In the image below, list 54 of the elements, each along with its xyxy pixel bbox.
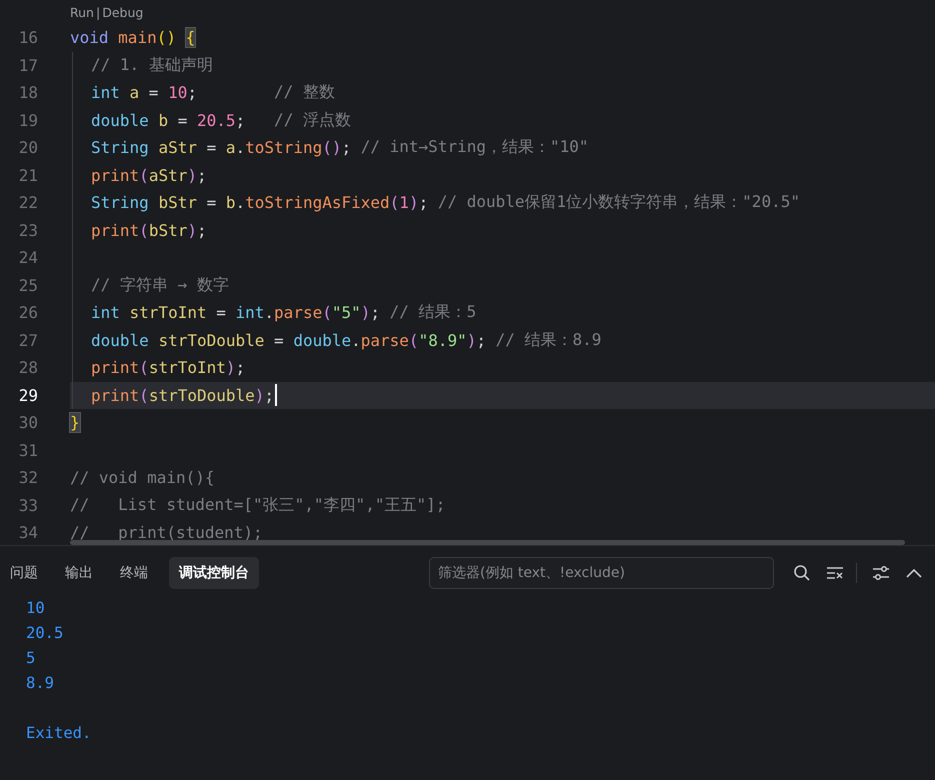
code-line: double strToDouble = double.parse("8.9"); // 结果：8.9 — [91, 328, 602, 352]
horizontal-scrollbar[interactable] — [70, 540, 905, 545]
line-number: 33 — [18, 496, 38, 515]
line-number: 17 — [18, 56, 38, 75]
line-number: 28 — [18, 358, 38, 378]
code-line: String aStr = a.toString(); // int→String，结果："10" — [91, 136, 589, 160]
separator: | — [96, 4, 100, 20]
text-cursor — [275, 384, 278, 406]
line-number: 31 — [18, 440, 38, 460]
codelens-link[interactable]: Debug — [102, 4, 144, 20]
filter-field[interactable]: 筛选器(例如 text、!exclude) — [429, 557, 774, 589]
line-number: 34 — [18, 523, 38, 542]
code-line: // 1. 基础声明 — [91, 54, 213, 76]
line-number: 19 — [18, 110, 38, 130]
output-line: 5 — [26, 648, 36, 669]
code-line: // void main(){ — [70, 467, 214, 490]
search-icon[interactable] — [793, 564, 811, 582]
line-number: 18 — [18, 83, 38, 102]
line-number: 21 — [18, 166, 38, 185]
code-line: print(aStr); — [91, 164, 207, 187]
code-line: print(bStr); — [91, 220, 207, 242]
code-line: print(strToInt); — [91, 357, 246, 380]
output-line: 10 — [26, 598, 46, 619]
code-line: // 字符串 → 数字 — [91, 274, 229, 296]
exit-message: Exited. — [26, 723, 92, 744]
code-line: int a = 10; // 整数 — [91, 81, 335, 104]
panel-tab[interactable]: 问题 — [4, 557, 44, 589]
output-line: 8.9 — [26, 673, 55, 694]
codelens-link[interactable]: Run — [70, 4, 94, 20]
line-number: 23 — [18, 220, 38, 240]
clear-list-icon[interactable] — [826, 566, 844, 580]
line-number: 32 — [18, 468, 38, 488]
chevron-up-icon[interactable] — [906, 568, 922, 578]
panel-tab[interactable]: 调试控制台 — [169, 557, 259, 589]
line-number: 29 — [18, 386, 38, 405]
panel-tab[interactable]: 终端 — [114, 557, 154, 589]
code-line: int strToInt = int.parse("5"); // 结果：5 — [91, 301, 476, 324]
panel-tab[interactable]: 输出 — [59, 557, 99, 589]
line-number: 26 — [18, 303, 38, 322]
code-line: // print(student); — [70, 522, 263, 544]
line-number: 24 — [18, 248, 38, 268]
line-number: 22 — [18, 193, 38, 212]
line-number: 20 — [18, 138, 38, 158]
code-line: String bStr = b.toStringAsFixed(1); // double保留1位小数转字符串，结果："20.5" — [91, 191, 800, 214]
line-number: 27 — [18, 330, 38, 350]
line-number: 16 — [18, 28, 38, 48]
line-number: 30 — [18, 413, 38, 432]
code-line: // List student=["张三","李四","王五"]; — [70, 494, 446, 516]
output-line: 20.5 — [26, 623, 64, 644]
code-line: void main() { — [70, 27, 196, 50]
code-line: print(strToDouble); — [91, 384, 274, 407]
code-line: double b = 20.5; // 浮点数 — [91, 108, 351, 132]
filter-settings-icon[interactable] — [872, 565, 890, 581]
line-number: 25 — [18, 276, 38, 295]
